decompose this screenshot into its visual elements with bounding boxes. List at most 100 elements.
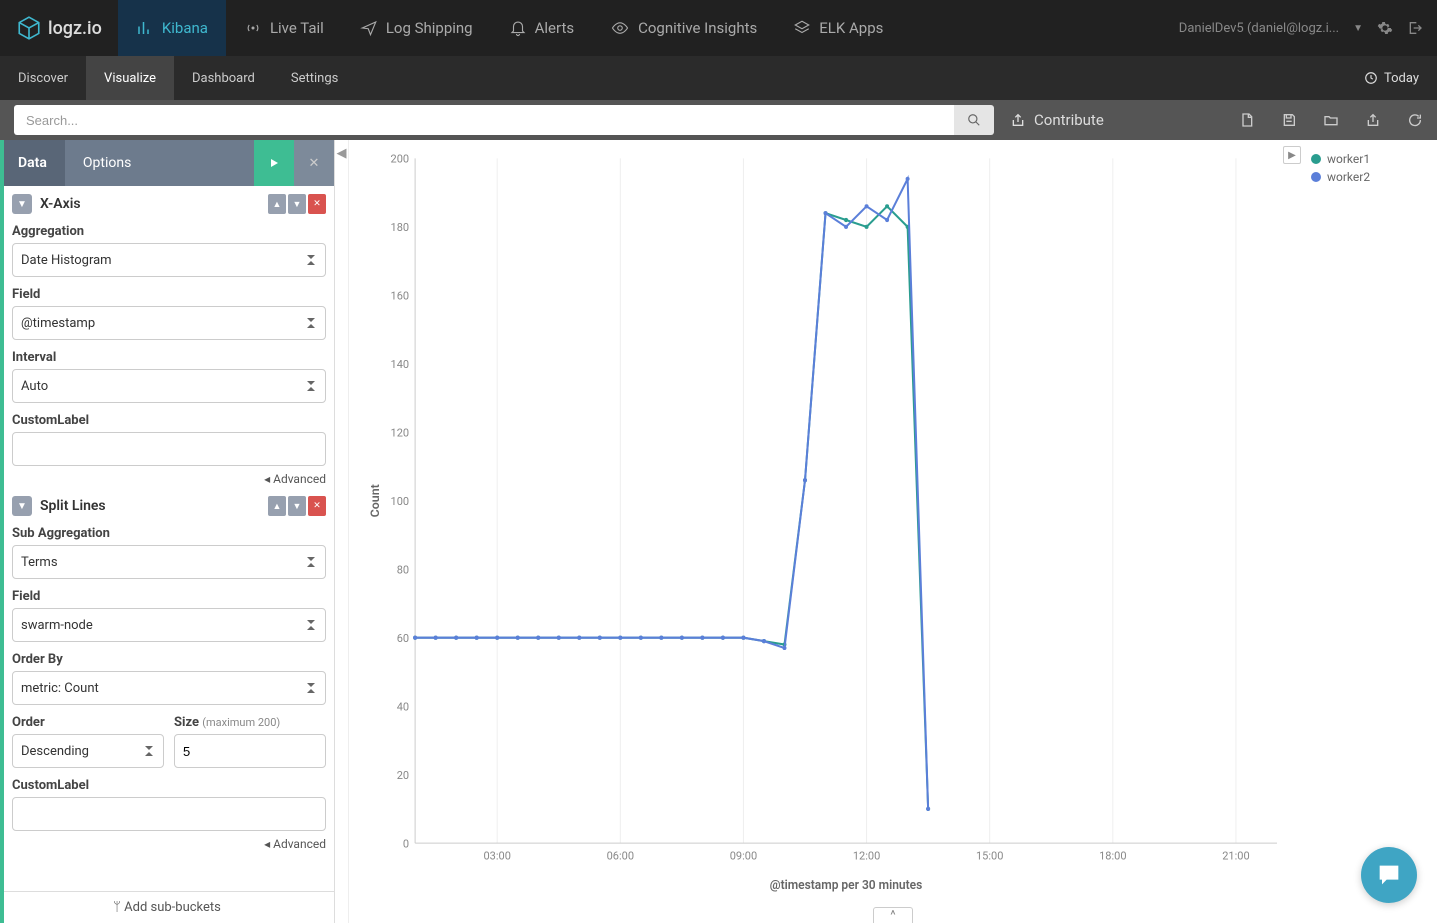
legend-label: worker2 <box>1327 170 1370 184</box>
time-picker[interactable]: Today <box>1364 71 1437 86</box>
subnav-dashboard[interactable]: Dashboard <box>174 56 273 100</box>
nav-cognitive[interactable]: Cognitive Insights <box>592 0 775 56</box>
bell-icon <box>509 19 527 37</box>
nav-elk-apps[interactable]: ELK Apps <box>775 0 901 56</box>
orderby-select[interactable]: metric: Count <box>12 671 326 705</box>
new-icon[interactable] <box>1239 112 1255 128</box>
config-sidebar: Data Options ✕ ▼ X-Axis ▲ ▼ ✕ Aggre <box>0 140 335 923</box>
select-value: Descending <box>21 744 89 759</box>
spy-panel-toggle[interactable]: ^ <box>873 907 913 923</box>
field-label: Aggregation <box>12 224 326 239</box>
subnav-label: Settings <box>291 71 338 86</box>
search-button[interactable] <box>954 105 994 135</box>
save-icon[interactable] <box>1281 112 1297 128</box>
field-label: CustomLabel <box>12 413 326 428</box>
nav-label: ELK Apps <box>819 19 883 37</box>
layers-icon <box>793 19 811 37</box>
svg-text:09:00: 09:00 <box>730 850 757 863</box>
add-sub-label: Add sub-buckets <box>124 900 221 915</box>
play-icon <box>268 157 280 169</box>
advanced-toggle[interactable]: ◂ Advanced <box>12 837 326 851</box>
subnav-settings[interactable]: Settings <box>273 56 356 100</box>
field-select[interactable]: @timestamp <box>12 306 326 340</box>
svg-text:180: 180 <box>391 221 410 234</box>
svg-text:120: 120 <box>391 426 410 439</box>
brand-name: logz.io <box>48 18 102 39</box>
send-icon <box>360 19 378 37</box>
settings-gear-icon[interactable] <box>1377 20 1393 36</box>
select-value: Date Histogram <box>21 253 112 268</box>
subnav-discover[interactable]: Discover <box>0 56 86 100</box>
nav-kibana[interactable]: Kibana <box>118 0 226 56</box>
svg-text:100: 100 <box>391 495 410 508</box>
delete-button[interactable]: ✕ <box>308 496 326 516</box>
svg-text:Count: Count <box>368 484 382 517</box>
delete-button[interactable]: ✕ <box>308 194 326 214</box>
logout-icon[interactable] <box>1407 20 1423 36</box>
user-menu[interactable]: DanielDev5 (daniel@logz.i... <box>1179 21 1339 36</box>
bar-chart-icon <box>136 19 154 37</box>
chat-icon <box>1375 861 1403 889</box>
nav-label: Cognitive Insights <box>638 19 757 37</box>
legend-item[interactable]: worker1 <box>1311 152 1433 166</box>
interval-select[interactable]: Auto <box>12 369 326 403</box>
aggregation-select[interactable]: Date Histogram <box>12 243 326 277</box>
section-title: Split Lines <box>40 498 268 514</box>
subagg-select[interactable]: Terms <box>12 545 326 579</box>
move-down-button[interactable]: ▼ <box>288 496 306 516</box>
advanced-toggle[interactable]: ◂ Advanced <box>12 472 326 486</box>
field-label: Field <box>12 589 326 604</box>
svg-text:21:00: 21:00 <box>1222 850 1249 863</box>
tab-options[interactable]: Options <box>65 140 149 186</box>
select-value: metric: Count <box>21 681 99 696</box>
apply-button[interactable] <box>254 140 294 186</box>
discard-button[interactable]: ✕ <box>294 140 334 186</box>
refresh-icon[interactable] <box>1407 112 1423 128</box>
split-custom-label-input[interactable] <box>12 797 326 831</box>
svg-text:@timestamp per 30 minutes: @timestamp per 30 minutes <box>770 878 922 892</box>
tab-label: Options <box>83 155 131 171</box>
legend-dot <box>1311 172 1321 182</box>
chevron-down-icon: ▼ <box>1353 23 1363 34</box>
svg-text:0: 0 <box>403 837 409 850</box>
custom-label-input[interactable] <box>12 432 326 466</box>
svg-text:20: 20 <box>397 769 409 782</box>
field-label: Interval <box>12 350 326 365</box>
subnav-label: Discover <box>18 71 68 86</box>
svg-text:15:00: 15:00 <box>976 850 1003 863</box>
legend-item[interactable]: worker2 <box>1311 170 1433 184</box>
collapse-toggle[interactable]: ▼ <box>12 194 32 214</box>
svg-text:140: 140 <box>391 358 410 371</box>
share-link-icon[interactable] <box>1365 112 1381 128</box>
add-sub-buckets-button[interactable]: ᛘ Add sub-buckets <box>0 891 334 923</box>
time-label: Today <box>1384 71 1419 86</box>
split-field-select[interactable]: swarm-node <box>12 608 326 642</box>
brand-logo[interactable]: logz.io <box>0 0 118 56</box>
nav-log-shipping[interactable]: Log Shipping <box>342 0 491 56</box>
collapse-toggle[interactable]: ▼ <box>12 496 32 516</box>
advanced-text: Advanced <box>273 472 326 486</box>
contribute-button[interactable]: Contribute <box>1010 111 1104 129</box>
subnav-visualize[interactable]: Visualize <box>86 56 174 100</box>
search-input[interactable] <box>14 105 954 135</box>
svg-text:06:00: 06:00 <box>607 850 634 863</box>
move-up-button[interactable]: ▲ <box>268 194 286 214</box>
nav-live-tail[interactable]: Live Tail <box>226 0 342 56</box>
svg-text:60: 60 <box>397 632 409 645</box>
sidebar-collapse-handle[interactable]: ◀ <box>335 140 349 923</box>
contribute-label: Contribute <box>1034 111 1104 129</box>
order-select[interactable]: Descending <box>12 734 164 768</box>
size-input[interactable] <box>174 734 326 768</box>
open-icon[interactable] <box>1323 112 1339 128</box>
move-down-button[interactable]: ▼ <box>288 194 306 214</box>
tab-data[interactable]: Data <box>0 140 65 186</box>
intercom-chat-button[interactable] <box>1361 847 1417 903</box>
nav-alerts[interactable]: Alerts <box>491 0 593 56</box>
sub-nav: Discover Visualize Dashboard Settings To… <box>0 56 1437 100</box>
logo-cube-icon <box>16 15 42 41</box>
broadcast-icon <box>244 19 262 37</box>
eye-icon <box>610 19 630 37</box>
move-up-button[interactable]: ▲ <box>268 496 286 516</box>
action-bar: Contribute <box>0 100 1437 140</box>
svg-text:40: 40 <box>397 700 409 713</box>
